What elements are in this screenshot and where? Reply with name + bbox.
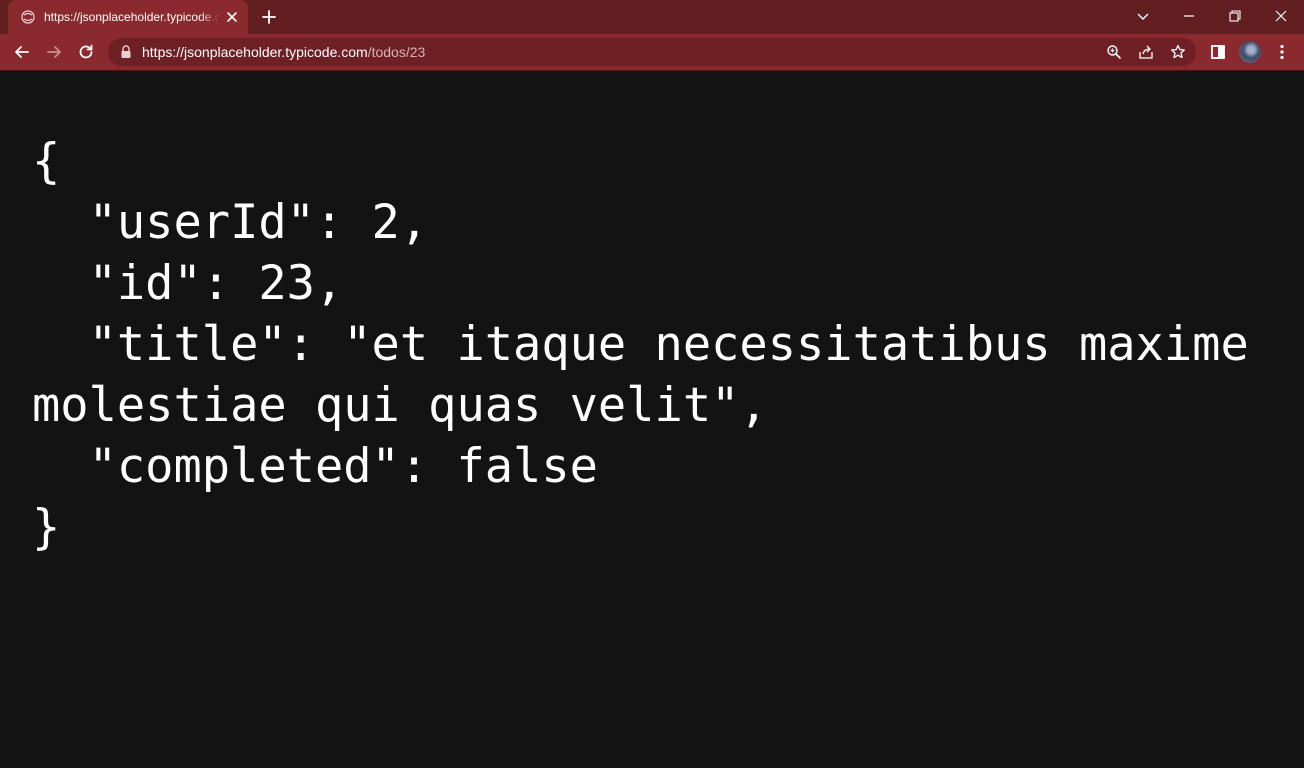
forward-icon[interactable] — [44, 42, 64, 62]
tab-close-icon[interactable] — [224, 9, 240, 25]
reload-icon[interactable] — [76, 42, 96, 62]
minimize-icon[interactable] — [1179, 6, 1199, 26]
browser-toolbar: https://jsonplaceholder.typicode.com/tod… — [0, 34, 1304, 70]
menu-icon[interactable] — [1272, 42, 1292, 62]
zoom-icon[interactable] — [1106, 44, 1122, 60]
lock-icon[interactable] — [120, 45, 132, 59]
url-host: https://jsonplaceholder.typicode.com — [142, 44, 368, 60]
new-tab-icon[interactable] — [260, 8, 278, 26]
url-path: /todos/23 — [367, 44, 426, 60]
back-icon[interactable] — [12, 42, 32, 62]
close-icon[interactable] — [1271, 6, 1291, 26]
json-response-text: { "userId": 2, "id": 23, "title": "et it… — [32, 134, 1249, 555]
page-content: { "userId": 2, "id": 23, "title": "et it… — [0, 71, 1304, 768]
tab-search-icon[interactable] — [1133, 6, 1153, 26]
address-bar[interactable]: https://jsonplaceholder.typicode.com/tod… — [108, 38, 1196, 66]
browser-tab[interactable]: https://jsonplaceholder.typicode.com/tod… — [8, 0, 248, 34]
url-text[interactable]: https://jsonplaceholder.typicode.com/tod… — [142, 44, 425, 60]
side-panel-icon[interactable] — [1208, 42, 1228, 62]
globe-icon — [20, 9, 36, 25]
tab-title: https://jsonplaceholder.typicode.com/tod… — [44, 10, 220, 24]
bookmark-star-icon[interactable] — [1170, 44, 1186, 60]
share-icon[interactable] — [1138, 44, 1154, 60]
restore-icon[interactable] — [1225, 6, 1245, 26]
title-bar: https://jsonplaceholder.typicode.com/tod… — [0, 0, 1304, 34]
profile-avatar[interactable] — [1239, 41, 1261, 63]
